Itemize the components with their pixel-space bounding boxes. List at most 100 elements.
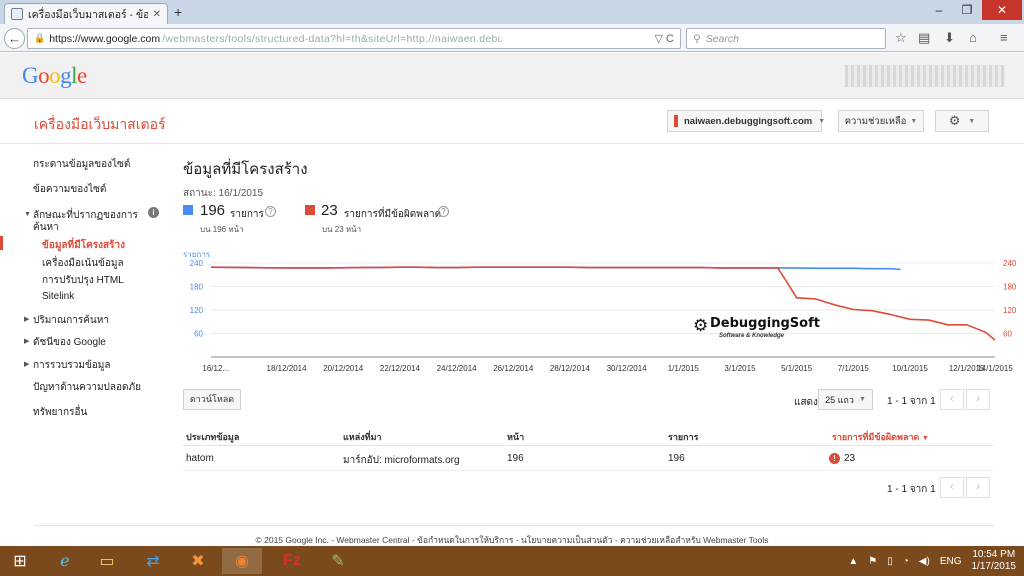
system-tray: ▲ ⚑ ▯ ◔ ◀) ENG 10:54 PM 1/17/2015 [848, 548, 1016, 574]
sort-down-icon: ▼ [921, 435, 929, 442]
help-icon[interactable]: ? [265, 206, 276, 217]
site-selector[interactable]: naiwaen.debuggingsoft.com ▼ [667, 110, 825, 132]
sidebar-item-crawl[interactable]: การรวบรวมข้อมูล [33, 358, 111, 373]
google-header: Google [0, 53, 1024, 99]
firefox-icon[interactable]: ◉ [222, 548, 262, 574]
errors-legend-swatch[interactable] [305, 205, 315, 215]
show-hidden-icons[interactable]: ▲ [848, 556, 858, 567]
filezilla-icon[interactable]: Fz [272, 548, 312, 574]
help-button[interactable]: ความช่วยเหลือ ▼ [838, 110, 924, 132]
y-tick-right: 180 [1003, 282, 1017, 291]
language-indicator[interactable]: ENG [940, 556, 962, 567]
notepad-plus-icon[interactable]: ✎ [318, 548, 358, 574]
next-page-button[interactable]: › [966, 389, 990, 410]
sidebar-item-dashboard[interactable]: กระดานข้อมูลของไซต์ [33, 157, 130, 172]
pagination-text: 1 - 1 จาก 1 [887, 396, 936, 407]
close-tab-icon[interactable]: ✕ [153, 9, 161, 20]
tab-title: เครื่องมือเว็บมาสเตอร์ - ข้อมูล... [28, 8, 148, 21]
column-header-type[interactable]: ประเภทข้อมูล [186, 430, 239, 444]
browser-tab-bar: เครื่องมือเว็บมาสเตอร์ - ข้อมูล... ✕ + –… [0, 0, 1024, 24]
xampp-icon[interactable]: ✖ [178, 548, 218, 574]
clipboard-icon[interactable]: ▤ [918, 30, 930, 46]
cell-source: มาร์กอัป: microformats.org [343, 455, 460, 466]
restore-button[interactable]: ❐ [952, 0, 982, 20]
site-icon [674, 115, 678, 127]
pagination-text-bottom: 1 - 1 จาก 1 [887, 484, 936, 495]
previous-page-button-bottom[interactable]: ‹ [940, 477, 964, 498]
sidebar-item-other-resources[interactable]: ทรัพยากรอื่น [33, 405, 87, 420]
gear-icon: ⚙ [948, 113, 961, 128]
search-placeholder: Search [705, 32, 739, 45]
sidebar-item-html-improvements[interactable]: การปรับปรุง HTML [42, 273, 124, 288]
x-tick-label: 26/12/2014 [493, 364, 534, 373]
chevron-right-icon[interactable]: ▶ [24, 315, 29, 323]
x-tick-label: 24/12/2014 [437, 364, 478, 373]
download-button[interactable]: ดาวน์โหลด [183, 389, 241, 410]
sidebar-item-sitelinks[interactable]: Sitelink [42, 291, 74, 302]
battery-icon[interactable]: ▯ [887, 556, 893, 567]
webmaster-title[interactable]: เครื่องมือเว็บมาสเตอร์ [34, 114, 166, 136]
errors-header-label: รายการที่มีข้อผิดพลาด [832, 432, 920, 442]
search-input[interactable]: ⚲ Search [686, 28, 886, 49]
flag-icon[interactable]: ⚑ [868, 556, 877, 567]
sidebar-item-data-highlighter[interactable]: เครื่องมือเน้นข้อมูล [42, 256, 124, 271]
close-window-button[interactable]: ✕ [982, 0, 1022, 20]
chevron-down-icon[interactable]: ▼ [24, 211, 31, 218]
show-label: แสดง [794, 397, 818, 408]
chevron-right-icon[interactable]: ▶ [24, 360, 29, 368]
file-explorer-icon[interactable]: ▭ [87, 548, 127, 574]
structured-data-chart: รายการ240 240180 180120 12060 6016/12... 18/1… [183, 250, 1017, 373]
y-tick-right: 120 [1003, 306, 1017, 315]
column-header-pages[interactable]: หน้า [507, 430, 524, 444]
reload-icon[interactable]: ▽ C [655, 32, 674, 45]
debuggingsoft-watermark: ⚙ DebuggingSoft Software & Knowledge [693, 316, 820, 342]
back-button[interactable]: ← [4, 28, 25, 49]
previous-page-button[interactable]: ‹ [940, 389, 964, 410]
sidebar-item-structured-data[interactable]: ข้อมูลที่มีโครงสร้าง [42, 238, 125, 253]
favicon-icon [11, 8, 23, 20]
account-area[interactable] [845, 65, 1005, 87]
x-tick-label: 1/1/2015 [668, 364, 700, 373]
error-icon: ! [829, 453, 840, 464]
menu-icon[interactable]: ≡ [1000, 30, 1008, 45]
help-icon[interactable]: ? [438, 206, 449, 217]
site-name: naiwaen.debuggingsoft.com [684, 115, 813, 127]
errors-label: รายการที่มีข้อผิดพลาด [344, 209, 442, 220]
cell-type[interactable]: hatom [186, 453, 214, 464]
footer-links[interactable]: © 2015 Google Inc. - Webmaster Central -… [0, 533, 1024, 547]
new-tab-button[interactable]: + [174, 4, 182, 20]
star-icon[interactable]: ☆ [895, 30, 907, 46]
windows-start-icon[interactable]: ⊞ [0, 548, 40, 574]
cell-pages: 196 [507, 453, 524, 464]
google-logo[interactable]: Google [22, 63, 87, 89]
next-page-button-bottom[interactable]: › [966, 477, 990, 498]
info-icon[interactable]: i [148, 207, 159, 218]
column-header-items[interactable]: รายการ [668, 430, 699, 444]
minimize-button[interactable]: – [926, 0, 952, 20]
sidebar-item-security-issues[interactable]: ปัญหาด้านความปลอดภัย [33, 380, 141, 395]
sidebar-item-search-appearance-cont[interactable]: ค้นหา [33, 220, 59, 235]
sidebar-item-messages[interactable]: ข้อความของไซต์ [33, 182, 106, 197]
network-icon[interactable]: ◔ [903, 556, 909, 567]
x-tick-label: 5/1/2015 [781, 364, 813, 373]
settings-button[interactable]: ⚙ ▼ [935, 110, 989, 132]
rows-per-page-select[interactable]: 25 แถว ▼ [818, 389, 873, 410]
watermark-subtext: Software & Knowledge [719, 333, 785, 339]
browser-tab[interactable]: เครื่องมือเว็บมาสเตอร์ - ข้อมูล... ✕ [4, 3, 168, 24]
address-bar[interactable]: 🔒 https://www.google.com /webmasters/too… [27, 28, 681, 49]
column-header-source[interactable]: แหล่งที่มา [343, 430, 382, 444]
sidebar-item-search-traffic[interactable]: ปริมาณการค้นหา [33, 313, 109, 328]
home-icon[interactable]: ⌂ [969, 30, 977, 45]
download-icon[interactable]: ⬇ [944, 30, 955, 46]
volume-icon[interactable]: ◀) [919, 556, 930, 567]
teamviewer-icon[interactable]: ⇄ [133, 548, 173, 574]
chevron-right-icon[interactable]: ▶ [24, 337, 29, 345]
clock[interactable]: 10:54 PM 1/17/2015 [972, 549, 1017, 573]
chevron-down-icon: ▼ [968, 117, 976, 125]
items-legend-swatch[interactable] [183, 205, 193, 215]
internet-explorer-icon[interactable]: ℯ [45, 548, 85, 574]
sidebar-item-google-index[interactable]: ดัชนีของ Google [33, 335, 106, 350]
y-axis-label: รายการ [183, 250, 211, 259]
x-tick-label: 3/1/2015 [724, 364, 756, 373]
column-header-errors[interactable]: รายการที่มีข้อผิดพลาด ▼ [832, 430, 929, 444]
